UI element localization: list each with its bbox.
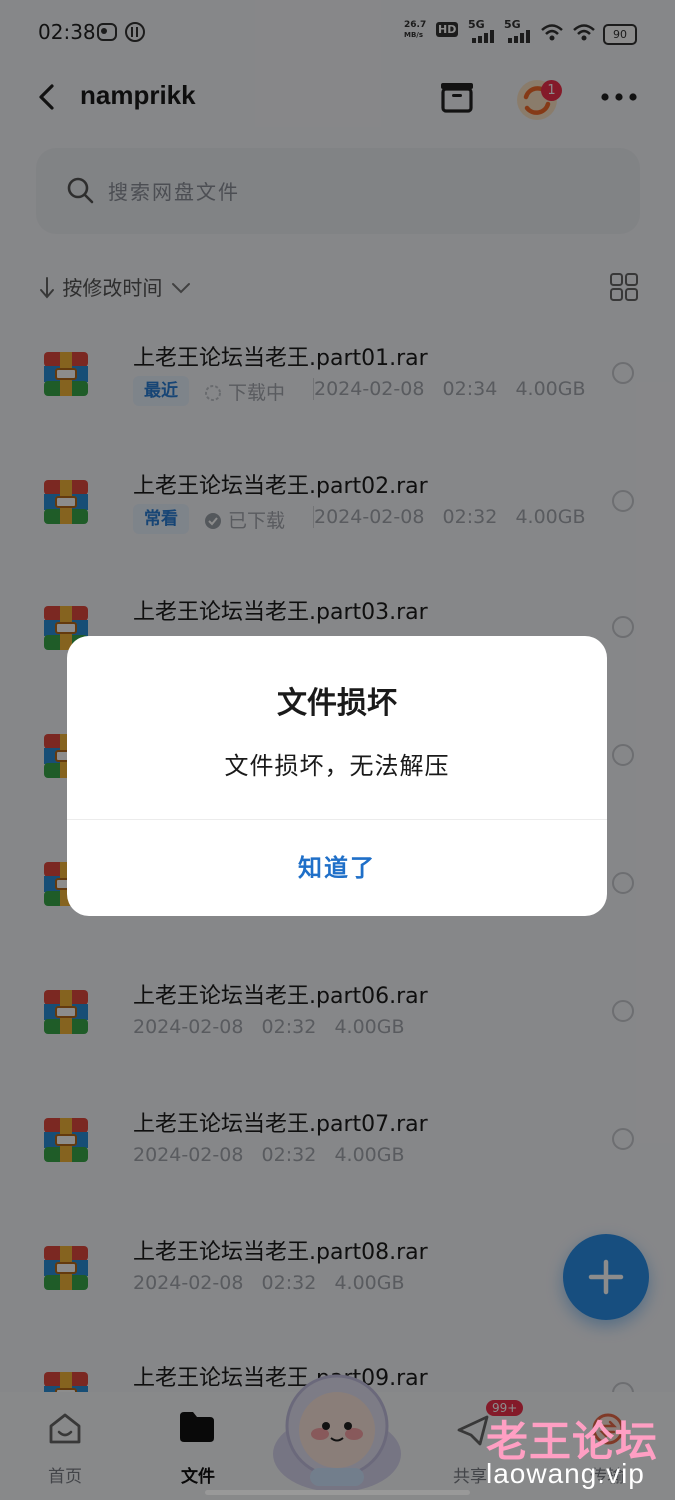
- home-indicator[interactable]: [205, 1490, 470, 1495]
- dialog-ok-button[interactable]: 知道了: [67, 820, 607, 916]
- dialog-title: 文件损坏: [277, 686, 397, 721]
- error-dialog: 文件损坏 文件损坏，无法解压 知道了: [67, 636, 607, 916]
- dialog-message: 文件损坏，无法解压: [224, 752, 450, 780]
- watermark-url: laowang.vip: [486, 1458, 645, 1489]
